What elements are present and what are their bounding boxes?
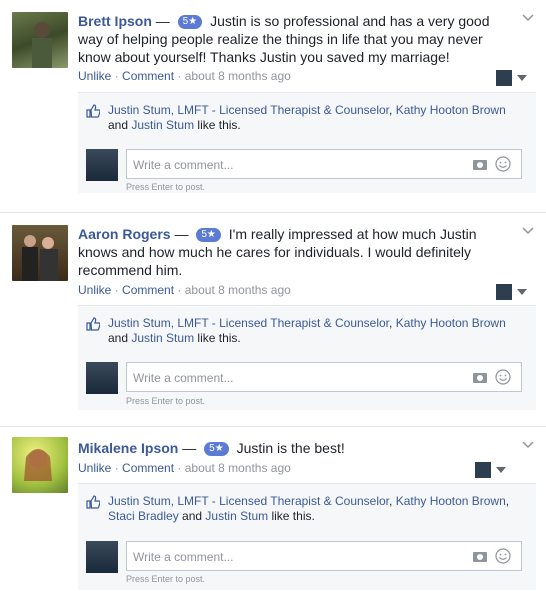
commenter-avatar (86, 362, 118, 394)
chevron-down-icon[interactable] (496, 467, 506, 473)
camera-icon[interactable] (473, 371, 487, 383)
press-enter-hint: Press Enter to post. (126, 574, 206, 584)
chevron-down-icon[interactable] (517, 75, 527, 81)
comment-placeholder: Write a comment... (133, 371, 234, 385)
comment-link[interactable]: Comment (122, 283, 174, 297)
privacy-avatar[interactable] (496, 284, 512, 300)
reviewer-avatar[interactable] (12, 437, 68, 493)
dash: — (182, 440, 197, 456)
likes-panel: Justin Stum, LMFT - Licensed Therapist &… (78, 483, 536, 590)
liker-link[interactable]: Kathy Hooton Brown (396, 103, 506, 117)
and-text: and (108, 118, 129, 132)
reviewer-avatar[interactable] (12, 225, 68, 281)
liker-link[interactable]: Justin Stum (131, 118, 194, 132)
unlike-link[interactable]: Unlike (78, 69, 111, 83)
emoji-icon[interactable] (495, 369, 511, 385)
reviewer-avatar[interactable] (12, 12, 68, 68)
press-enter-hint: Press Enter to post. (126, 182, 206, 192)
camera-icon[interactable] (473, 158, 487, 170)
comma: , (389, 316, 393, 330)
dot: · (114, 69, 119, 83)
dot: · (177, 283, 182, 297)
review-3: Mikalene Ipson — 5★ Justin is the best! … (0, 427, 546, 591)
liker-link[interactable]: Justin Stum, LMFT - Licensed Therapist &… (108, 316, 389, 330)
likes-suffix: like this. (271, 509, 315, 523)
likes-panel: Justin Stum, LMFT - Licensed Therapist &… (78, 305, 536, 410)
rating-badge: 5★ (196, 228, 221, 242)
review-actions: Unlike · Comment · about 8 months ago (78, 283, 291, 297)
likes-summary: Justin Stum, LMFT - Licensed Therapist &… (108, 494, 532, 524)
comment-input[interactable]: Write a comment... (126, 149, 522, 179)
like-thumb-icon (86, 104, 100, 118)
dash: — (155, 13, 170, 29)
reviewer-name[interactable]: Aaron Rogers (78, 226, 171, 242)
comment-input[interactable]: Write a comment... (126, 362, 522, 392)
review-body: Brett Ipson — 5★ Justin is so profession… (78, 12, 518, 66)
review-text: Justin is the best! (236, 440, 345, 456)
comment-placeholder: Write a comment... (133, 550, 234, 564)
and-text: and (182, 509, 203, 523)
liker-link[interactable]: Kathy Hooton Brown (396, 316, 506, 330)
comma: , (505, 494, 510, 508)
privacy-avatar[interactable] (475, 462, 491, 478)
reviewer-name[interactable]: Mikalene Ipson (78, 440, 178, 456)
reviewer-name[interactable]: Brett Ipson (78, 13, 152, 29)
comment-link[interactable]: Comment (122, 461, 174, 475)
chevron-down-icon[interactable] (522, 227, 534, 235)
liker-link[interactable]: Justin Stum, LMFT - Licensed Therapist &… (108, 494, 389, 508)
unlike-link[interactable]: Unlike (78, 461, 111, 475)
chevron-down-icon[interactable] (517, 289, 527, 295)
liker-link[interactable]: Justin Stum, LMFT - Licensed Therapist &… (108, 103, 389, 117)
dot: · (177, 69, 182, 83)
and-text: and (108, 331, 129, 345)
review-1: Brett Ipson — 5★ Justin is so profession… (0, 0, 546, 213)
review-body: Mikalene Ipson — 5★ Justin is the best! (78, 439, 518, 457)
comma: , (389, 494, 393, 508)
liker-link[interactable]: Staci Bradley (108, 509, 179, 523)
rating-badge: 5★ (204, 442, 229, 456)
likes-suffix: like this. (197, 331, 241, 345)
press-enter-hint: Press Enter to post. (126, 396, 206, 406)
comment-placeholder: Write a comment... (133, 158, 234, 172)
timestamp[interactable]: about 8 months ago (185, 283, 291, 297)
comma: , (389, 103, 393, 117)
timestamp[interactable]: about 8 months ago (185, 69, 291, 83)
likes-summary: Justin Stum, LMFT - Licensed Therapist &… (108, 316, 532, 346)
review-actions: Unlike · Comment · about 8 months ago (78, 69, 291, 83)
likes-summary: Justin Stum, LMFT - Licensed Therapist &… (108, 103, 532, 133)
privacy-avatar[interactable] (496, 70, 512, 86)
comment-input[interactable]: Write a comment... (126, 541, 522, 571)
dash: — (174, 226, 189, 242)
likes-panel: Justin Stum, LMFT - Licensed Therapist &… (78, 92, 536, 193)
liker-link[interactable]: Kathy Hooton Brown (396, 494, 506, 508)
chevron-down-icon[interactable] (522, 441, 534, 449)
like-thumb-icon (86, 495, 100, 509)
dot: · (114, 461, 119, 475)
commenter-avatar (86, 149, 118, 181)
commenter-avatar (86, 541, 118, 573)
rating-badge: 5★ (177, 15, 203, 29)
liker-link[interactable]: Justin Stum (205, 509, 268, 523)
camera-icon[interactable] (473, 550, 487, 562)
review-actions: Unlike · Comment · about 8 months ago (78, 461, 291, 475)
dot: · (177, 461, 182, 475)
chevron-down-icon[interactable] (522, 14, 534, 22)
review-body: Aaron Rogers — 5★ I'm really impressed a… (78, 225, 518, 279)
timestamp[interactable]: about 8 months ago (185, 461, 291, 475)
comment-link[interactable]: Comment (122, 69, 174, 83)
like-thumb-icon (86, 317, 100, 331)
likes-suffix: like this. (197, 118, 241, 132)
review-2: Aaron Rogers — 5★ I'm really impressed a… (0, 213, 546, 427)
unlike-link[interactable]: Unlike (78, 283, 111, 297)
liker-link[interactable]: Justin Stum (131, 331, 194, 345)
dot: · (114, 283, 119, 297)
emoji-icon[interactable] (495, 548, 511, 564)
emoji-icon[interactable] (495, 156, 511, 172)
